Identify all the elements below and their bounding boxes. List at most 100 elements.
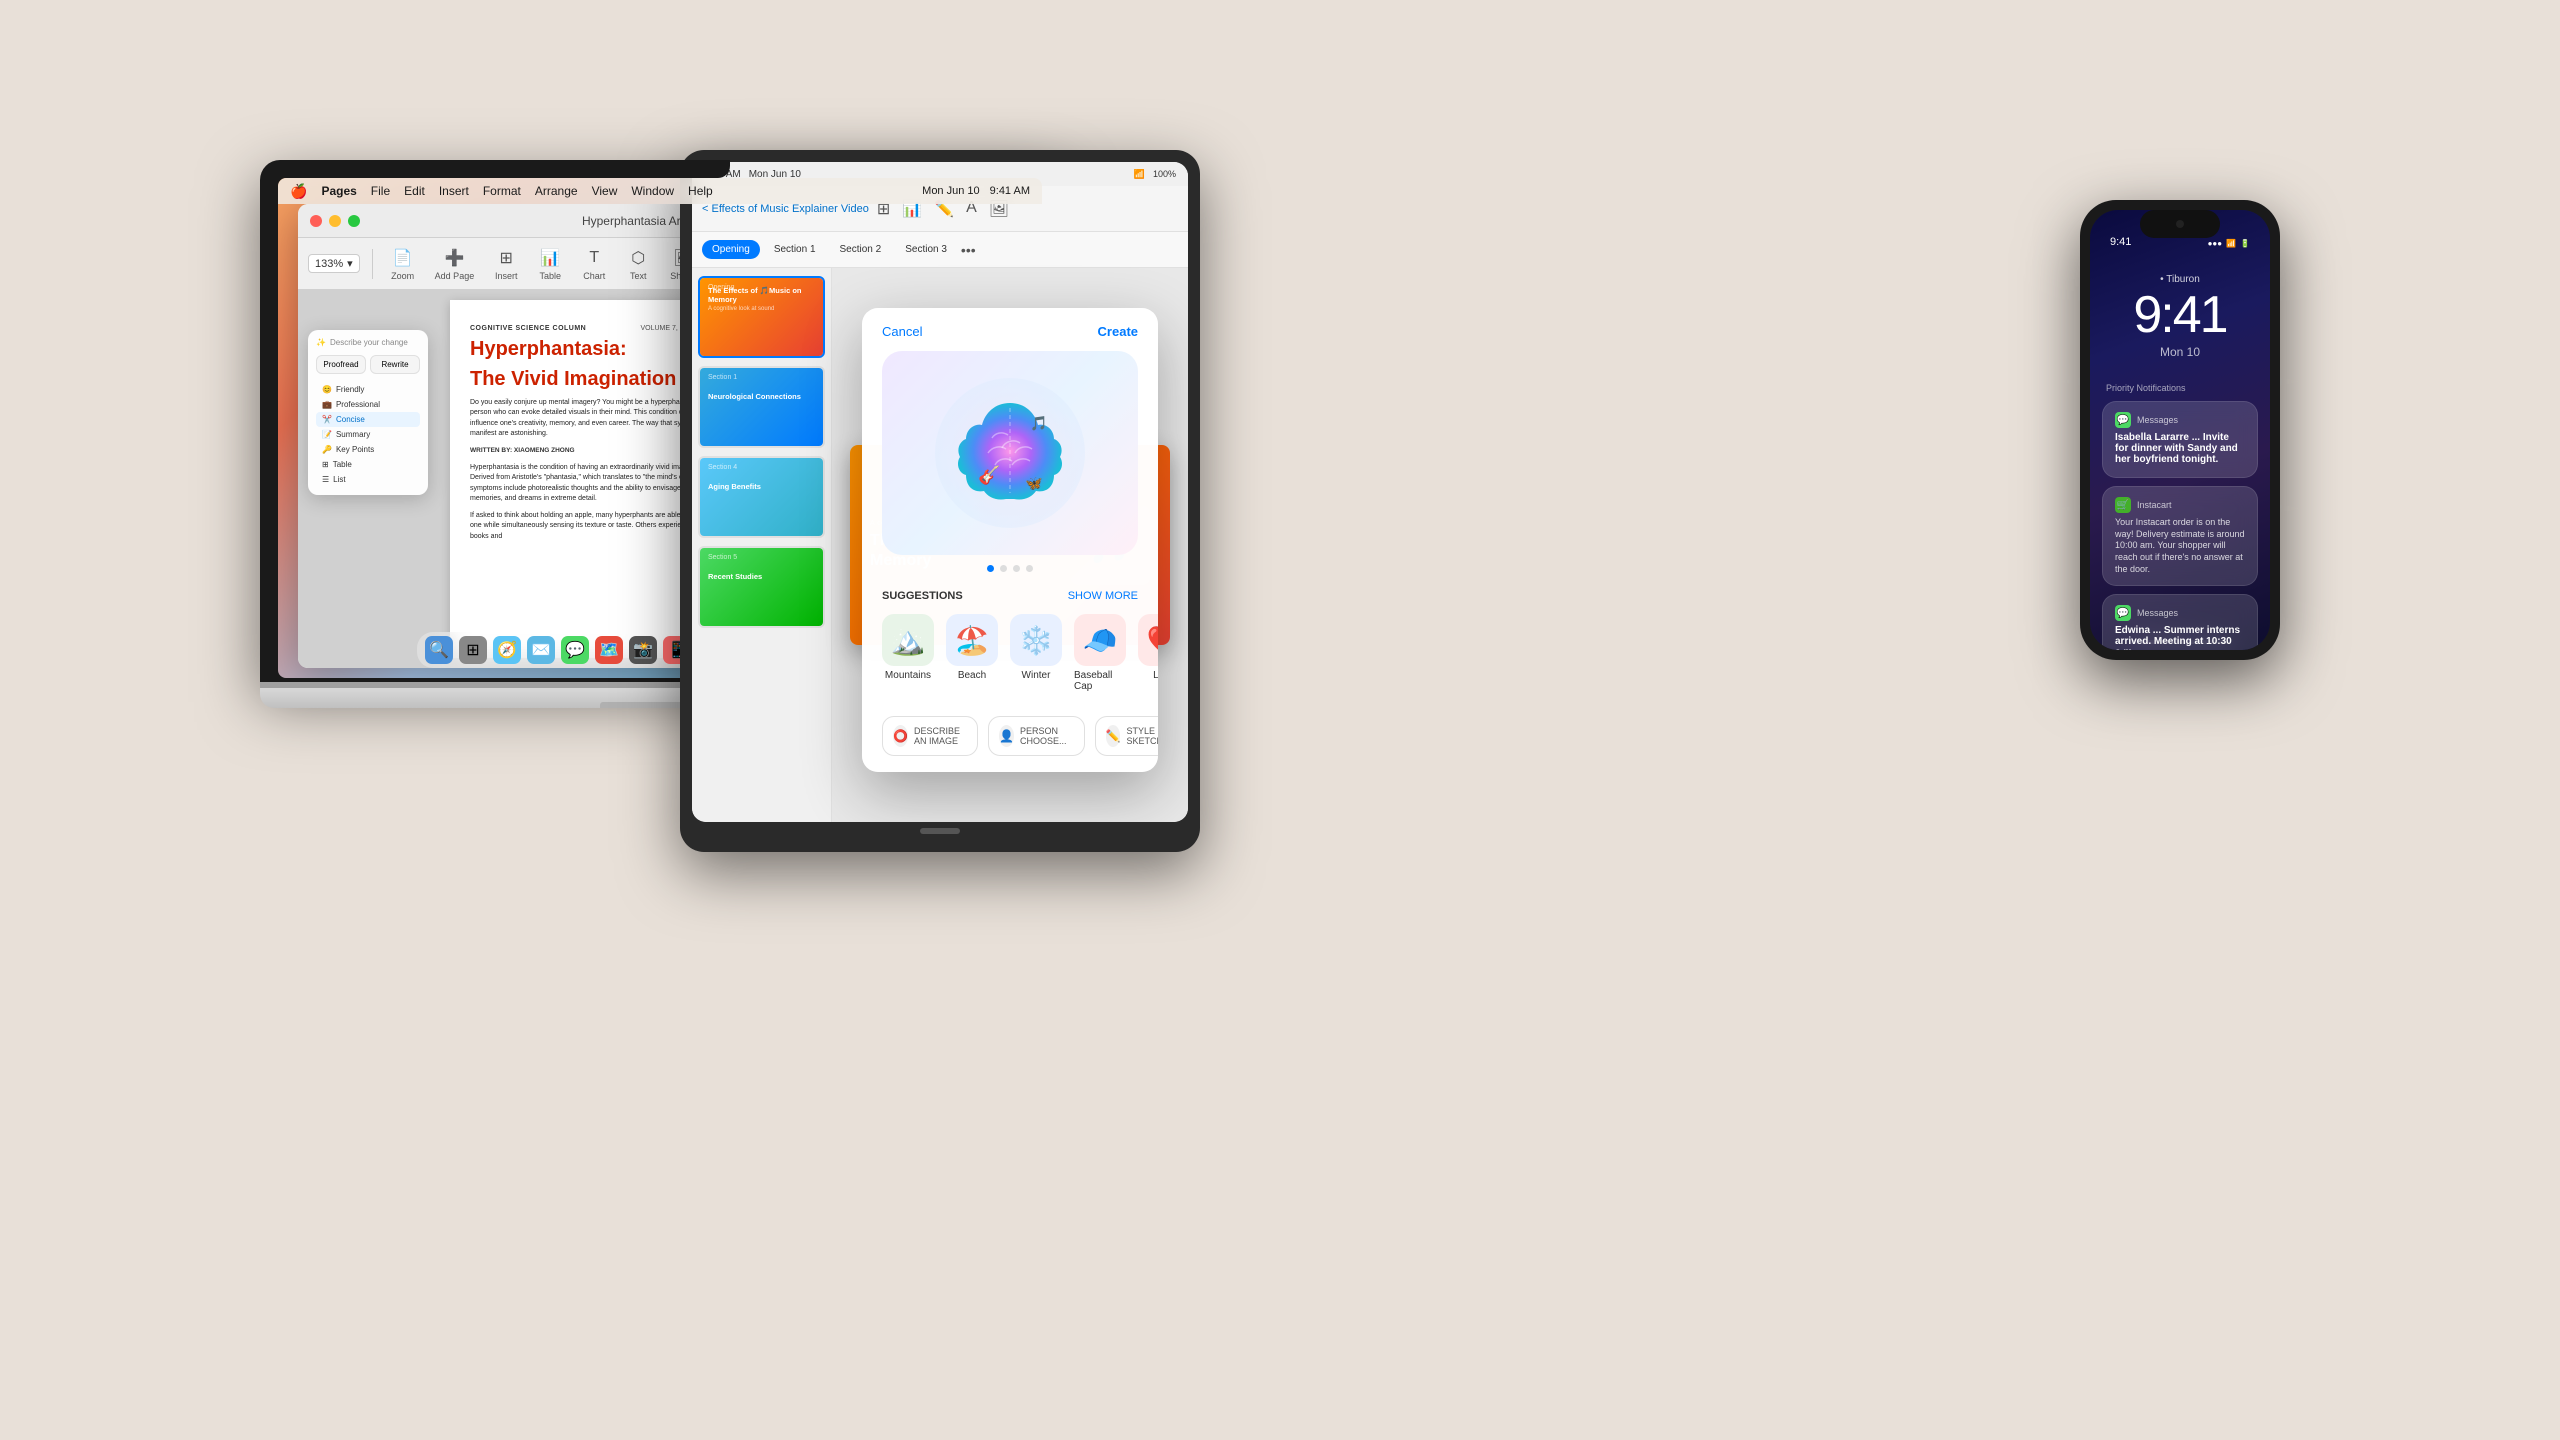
slide-thumb-section1[interactable]: Section 1 Neurological Connections [698, 366, 825, 448]
sketch-option[interactable]: ✏️ STYLE SKETCH [1095, 716, 1158, 756]
menu-insert[interactable]: Insert [439, 184, 469, 198]
proofread-button[interactable]: Proofread [316, 355, 366, 374]
keynote-section-tabs: Opening Section 1 Section 2 Section 3 ••… [692, 232, 1188, 268]
notif-header-1: 💬 Messages [2115, 412, 2245, 428]
dock-mail[interactable]: ✉️ [527, 636, 555, 664]
dock-launchpad[interactable]: ⊞ [459, 636, 487, 664]
dock-messages[interactable]: 💬 [561, 636, 589, 664]
dock-finder[interactable]: 🔍 [425, 636, 453, 664]
modal-create-button[interactable]: Create [1098, 324, 1138, 339]
more-sections-icon[interactable]: ••• [961, 242, 976, 258]
menu-arrange[interactable]: Arrange [535, 184, 578, 198]
slide-thumb-opening[interactable]: Opening The Effects of 🎵Music on Memory … [698, 276, 825, 358]
dock-photos[interactable]: 📸 [629, 636, 657, 664]
menu-help[interactable]: Help [688, 184, 713, 198]
slide-section5-title: Recent Studies [708, 572, 815, 581]
menu-view[interactable]: View [592, 184, 618, 198]
suggestion-love[interactable]: ❤️ Love [1138, 614, 1158, 692]
slide-section1-label: Section 1 [708, 374, 737, 381]
slide-thumb-section5[interactable]: Section 5 Recent Studies [698, 546, 825, 628]
chevron-down-icon: ▾ [347, 257, 353, 270]
ai-list-professional[interactable]: 💼 Professional [316, 397, 420, 412]
toolbar-chart[interactable]: 📊 Table [532, 243, 568, 285]
toolbar-add-page[interactable]: 📄 Zoom [385, 243, 421, 285]
menu-format[interactable]: Format [483, 184, 521, 198]
shape-icon: ⬡ [627, 247, 649, 269]
chart-icon: 📊 [539, 247, 561, 269]
keynote-back-button[interactable]: < Effects of Music Explainer Video [702, 203, 869, 215]
doc-body-text-2: If asked to think about holding an apple… [470, 511, 710, 543]
iphone-body: 9:41 ●●● 📶 🔋 • Tiburon 9:41 Mon 10 Prior… [2080, 200, 2280, 660]
modal-cancel-button[interactable]: Cancel [882, 324, 922, 339]
close-button[interactable] [310, 215, 322, 227]
notif-app-name-3: Messages [2137, 608, 2178, 618]
traffic-lights [310, 215, 360, 227]
dock-safari[interactable]: 🧭 [493, 636, 521, 664]
dot-2[interactable] [1000, 565, 1007, 572]
keynote-canvas[interactable]: A cognitive look at sound The Effects of… [832, 268, 1188, 822]
toolbar-insert[interactable]: ➕ Add Page [429, 243, 481, 285]
instacart-app-icon: 🛒 [2115, 497, 2131, 513]
doc-author: WRITTEN BY: XIAOMENG ZHONG [470, 446, 710, 455]
toolbar-table[interactable]: ⊞ Insert [488, 243, 524, 285]
beach-label: Beach [958, 670, 986, 681]
zoom-control[interactable]: 133% ▾ [308, 254, 360, 273]
ai-list-friendly[interactable]: 😊 Friendly [316, 382, 420, 397]
slide-thumb-section4[interactable]: Section 4 Aging Benefits [698, 456, 825, 538]
notif-app-name-2: Instacart [2137, 500, 2172, 510]
menu-pages[interactable]: Pages [321, 184, 356, 198]
tab-section1[interactable]: Section 1 [764, 240, 826, 259]
notif-body-2: Your Instacart order is on the way! Deli… [2115, 517, 2245, 575]
notification-messages-1[interactable]: 💬 Messages Isabella Lararre ... Invite f… [2102, 401, 2258, 478]
suggestion-mountains[interactable]: 🏔️ Mountains [882, 614, 934, 692]
minimize-button[interactable] [329, 215, 341, 227]
menu-window[interactable]: Window [631, 184, 674, 198]
baseball-cap-icon: 🧢 [1074, 614, 1126, 666]
text-icon: T [583, 247, 605, 269]
dock-maps[interactable]: 🗺️ [595, 636, 623, 664]
menu-edit[interactable]: Edit [404, 184, 425, 198]
ai-list-keypoints[interactable]: 🔑 Key Points [316, 442, 420, 457]
slide-section1-title: Neurological Connections [708, 392, 815, 401]
show-more-button[interactable]: SHOW MORE [1068, 590, 1138, 602]
apple-logo-icon: 🍎 [290, 183, 307, 200]
zoom-button[interactable] [348, 215, 360, 227]
keynote-body: Opening The Effects of 🎵Music on Memory … [692, 268, 1188, 822]
notification-instacart[interactable]: 🛒 Instacart Your Instacart order is on t… [2102, 486, 2258, 586]
dot-4[interactable] [1026, 565, 1033, 572]
describe-image-option[interactable]: ⭕ DESCRIBE AN IMAGE [882, 716, 978, 756]
iphone-signal-icon: ●●● [2208, 239, 2223, 248]
tab-section2[interactable]: Section 2 [830, 240, 892, 259]
iphone: 9:41 ●●● 📶 🔋 • Tiburon 9:41 Mon 10 Prior… [2080, 200, 2280, 660]
list-icon: ☰ [322, 475, 329, 484]
ai-list-list[interactable]: ☰ List [316, 472, 420, 487]
toolbar-shape-label: Text [630, 271, 647, 281]
iphone-notifications: Priority Notifications 💬 Messages Isabel… [2090, 375, 2270, 650]
describe-icon: ⭕ [893, 725, 908, 747]
add-page-icon: 📄 [392, 247, 414, 269]
person-icon: 👤 [999, 725, 1014, 747]
toolbar-text[interactable]: T Chart [576, 243, 612, 285]
ai-list-summary[interactable]: 📝 Summary [316, 427, 420, 442]
ai-list-concise[interactable]: ✂️ Concise [316, 412, 420, 427]
toolbar-shape[interactable]: ⬡ Text [620, 243, 656, 285]
ai-list-table[interactable]: ⊞ Table [316, 457, 420, 472]
tab-opening[interactable]: Opening [702, 240, 760, 259]
dot-3[interactable] [1013, 565, 1020, 572]
ai-button-row: Proofread Rewrite [316, 355, 420, 374]
slide-section4-title: Aging Benefits [708, 482, 815, 491]
notification-messages-2[interactable]: 💬 Messages Edwina ... Summer interns arr… [2102, 594, 2258, 650]
dot-1[interactable] [987, 565, 994, 572]
rewrite-button[interactable]: Rewrite [370, 355, 420, 374]
person-option[interactable]: 👤 PERSON CHOOSE... [988, 716, 1085, 756]
mountains-icon: 🏔️ [882, 614, 934, 666]
suggestion-beach[interactable]: 🏖️ Beach [946, 614, 998, 692]
tab-section3[interactable]: Section 3 [895, 240, 957, 259]
ipad-home-indicator [920, 828, 960, 834]
menu-file[interactable]: File [371, 184, 390, 198]
suggestion-baseball-cap[interactable]: 🧢 Baseball Cap [1074, 614, 1126, 692]
mountains-label: Mountains [885, 670, 931, 681]
notif-header-2: 🛒 Instacart [2115, 497, 2245, 513]
suggestion-winter[interactable]: ❄️ Winter [1010, 614, 1062, 692]
modal-header: Cancel Create [862, 308, 1158, 351]
